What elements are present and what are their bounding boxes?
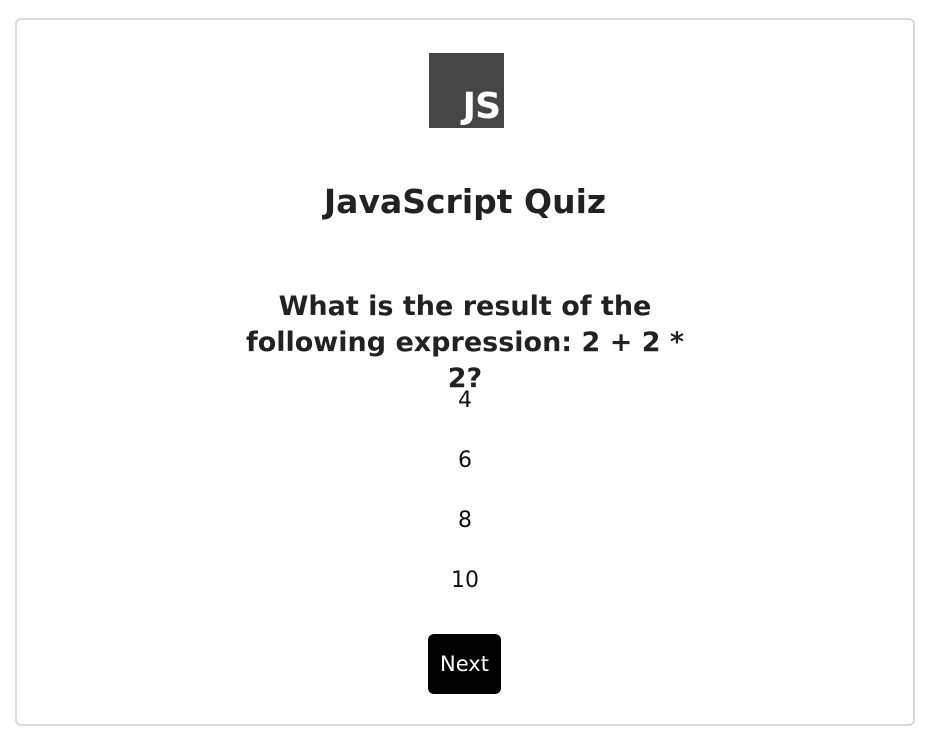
answer-option-2[interactable]: 6	[17, 446, 913, 506]
quiz-card: JS JavaScript Quiz What is the result of…	[15, 18, 915, 726]
answer-list: 4 6 8 10	[17, 386, 913, 626]
page-title: JavaScript Quiz	[323, 182, 607, 221]
answer-option-3[interactable]: 8	[17, 506, 913, 566]
js-logo: JS	[429, 53, 504, 128]
answer-option-label[interactable]: 6	[454, 446, 476, 476]
answer-option-label[interactable]: 4	[454, 386, 476, 416]
answer-option-1[interactable]: 4	[17, 386, 913, 446]
question-text: What is the result of the following expr…	[245, 291, 685, 394]
js-logo-text: JS	[462, 86, 501, 127]
next-button[interactable]: Next	[428, 634, 501, 694]
answer-option-4[interactable]: 10	[17, 566, 913, 626]
answer-option-label[interactable]: 8	[454, 506, 476, 536]
answer-option-label[interactable]: 10	[447, 566, 483, 596]
